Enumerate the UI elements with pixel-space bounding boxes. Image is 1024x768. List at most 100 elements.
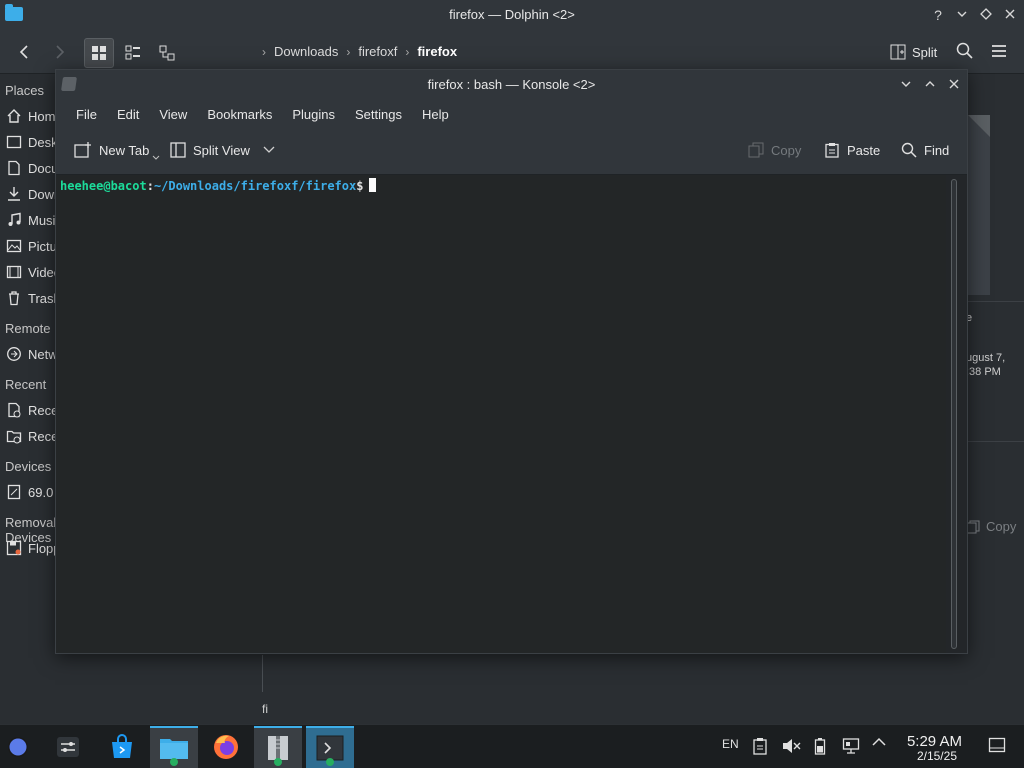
music-icon (6, 212, 22, 228)
new-window-indicator (170, 758, 178, 766)
search-button[interactable] (956, 42, 974, 63)
chevron-down-icon (152, 155, 160, 160)
dolphin-copy-button[interactable]: Copy (966, 519, 1016, 534)
menu-plugins[interactable]: Plugins (282, 100, 345, 130)
konsole-titlebar[interactable]: firefox : bash — Konsole <2> (56, 70, 967, 100)
places-item-network[interactable]: Network (6, 344, 58, 364)
places-panel: Places Home Desktop Documents Downloads … (0, 75, 58, 715)
task-konsole[interactable] (306, 726, 354, 768)
task-discover[interactable] (98, 726, 146, 768)
scrollbar-track[interactable] (951, 179, 957, 649)
task-system-settings[interactable] (44, 726, 92, 768)
places-item-label: 69.0 GiB Internal Drive (28, 484, 58, 500)
battery-tray-button[interactable] (814, 737, 826, 755)
close-icon[interactable] (1000, 5, 1020, 25)
minimize-icon[interactable] (952, 5, 972, 25)
chevron-left-icon (19, 45, 28, 59)
copy-icon (748, 142, 764, 158)
compact-view-button[interactable] (118, 38, 148, 68)
dolphin-window-title: firefox — Dolphin <2> (449, 7, 575, 22)
firefox-icon (214, 735, 238, 759)
places-item-downloads[interactable]: Downloads (6, 184, 58, 204)
places-item-trash[interactable]: Trash (6, 288, 58, 308)
dolphin-file-view-edge: e ugust 7, :38 PM Copy (966, 75, 1024, 725)
clipboard-tray-button[interactable] (752, 737, 768, 755)
details-view-button[interactable] (152, 38, 182, 68)
terminal-scrollbar[interactable] (949, 179, 959, 649)
chevron-right-icon: › (262, 44, 266, 59)
volume-tray-button[interactable] (781, 737, 801, 755)
clock-time[interactable]: 5:29 AM (907, 733, 962, 750)
split-view-button[interactable]: Split View (170, 142, 275, 158)
new-tab-button[interactable]: New Tab (74, 142, 164, 160)
places-item-internal-drive[interactable]: 69.0 GiB Internal Drive (6, 482, 58, 502)
menu-view[interactable]: View (149, 100, 197, 130)
konsole-toolbar: New Tab Split View Copy Paste Find (56, 130, 967, 175)
places-item-recent-locations[interactable]: Recent Locations (6, 426, 58, 446)
clock-date[interactable]: 2/15/25 (917, 749, 957, 763)
status-label-fragment: fi (262, 702, 268, 716)
paste-label: Paste (847, 142, 881, 158)
divider (966, 441, 1024, 442)
places-item-label: Network (28, 346, 58, 362)
breadcrumb-firefoxf[interactable]: firefoxf (358, 44, 397, 59)
grid-icon (92, 46, 106, 60)
find-button[interactable]: Find (901, 142, 949, 158)
network-tray-button[interactable] (842, 737, 860, 755)
places-item-documents[interactable]: Documents (6, 158, 58, 178)
places-item-label: Trash (28, 290, 58, 306)
menu-edit[interactable]: Edit (107, 100, 149, 130)
copy-button[interactable]: Copy (748, 142, 801, 158)
devices-heading: Devices (5, 459, 52, 474)
picture-icon (6, 238, 22, 254)
new-tab-label: New Tab (99, 142, 150, 158)
task-ark[interactable] (254, 726, 302, 768)
dolphin-titlebar[interactable]: firefox — Dolphin <2> ? (0, 0, 1024, 30)
task-dolphin[interactable] (150, 726, 198, 768)
places-item-recent-files[interactable]: Recent Files (6, 400, 58, 420)
places-item-home[interactable]: Home (6, 106, 58, 126)
breadcrumb-downloads[interactable]: Downloads (274, 44, 338, 59)
menu-bookmarks[interactable]: Bookmarks (197, 100, 282, 130)
terminal-area[interactable]: heehee@bacot:~/Downloads/firefoxf/firefo… (56, 175, 946, 653)
minimize-icon[interactable] (896, 75, 916, 95)
places-item-floppy[interactable]: Floppy Drive (6, 538, 58, 558)
hamburger-menu-button[interactable] (990, 42, 1008, 63)
menu-file[interactable]: File (66, 100, 107, 130)
task-firefox[interactable] (202, 726, 250, 768)
back-button[interactable] (10, 38, 38, 66)
show-desktop-button[interactable] (988, 737, 1006, 753)
help-icon[interactable]: ? (928, 5, 948, 25)
chevron-right-icon: › (346, 44, 351, 59)
places-item-music[interactable]: Music (6, 210, 58, 230)
shopping-bag-icon (112, 734, 132, 758)
new-window-indicator (326, 758, 334, 766)
application-launcher[interactable] (0, 726, 36, 768)
chevron-down-icon (263, 146, 275, 153)
breadcrumb-firefox[interactable]: firefox (417, 44, 457, 59)
modified-date-fragment: ugust 7, (966, 352, 1006, 364)
paste-icon (825, 143, 839, 158)
chevron-right-icon (56, 45, 65, 59)
split-button[interactable]: Split (890, 44, 937, 60)
places-item-pictures[interactable]: Pictures (6, 236, 58, 256)
prompt-path: ~/Downloads/firefoxf/firefox (153, 179, 357, 193)
places-item-desktop[interactable]: Desktop (6, 132, 58, 152)
konsole-window: firefox : bash — Konsole <2> File Edit V… (55, 69, 968, 654)
places-item-videos[interactable]: Videos (6, 262, 58, 282)
menu-help[interactable]: Help (412, 100, 459, 130)
show-hidden-icons-button[interactable] (872, 737, 886, 747)
file-thumbnail[interactable] (966, 115, 990, 295)
maximize-icon[interactable] (976, 5, 996, 25)
close-icon[interactable] (944, 75, 964, 95)
keyboard-layout[interactable]: EN (722, 737, 739, 751)
settings-sliders-icon (57, 737, 79, 757)
places-item-label: Downloads (28, 186, 58, 202)
maximize-icon[interactable] (920, 75, 940, 95)
icons-view-button[interactable] (84, 38, 114, 68)
menu-settings[interactable]: Settings (345, 100, 412, 130)
places-item-label: Pictures (28, 238, 58, 254)
forward-button[interactable] (46, 38, 74, 66)
paste-button[interactable]: Paste (824, 142, 880, 158)
search-icon (956, 42, 973, 59)
